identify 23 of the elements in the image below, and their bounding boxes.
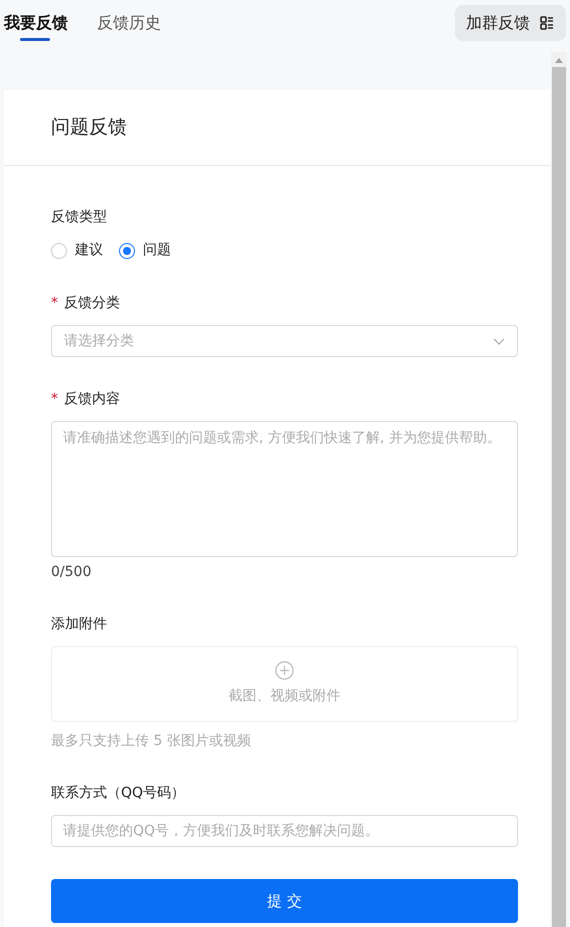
qq-input-field[interactable]: 请提供您的QQ号，方便我们及时联系您解决问题。 <box>51 815 518 847</box>
option-label: 问题 <box>143 241 171 260</box>
radio-button[interactable] <box>119 242 135 258</box>
scrollbar[interactable] <box>551 52 567 927</box>
chevron-down-icon <box>493 338 505 344</box>
option-label: 建议 <box>75 241 103 260</box>
card-title: 问题反馈 <box>51 115 127 140</box>
radio-button[interactable] <box>51 242 67 258</box>
tab[interactable]: 我要反馈 <box>4 8 68 38</box>
character-counter: 0/500 <box>51 563 92 582</box>
field-label: * 反馈内容 <box>51 390 121 409</box>
grid-icon <box>540 16 554 30</box>
plus-circle-icon <box>275 661 294 680</box>
field-label: 反馈类型 <box>51 208 108 227</box>
submit-button[interactable]: 提 交 <box>51 879 518 923</box>
field-label: 联系方式（QQ号码） <box>51 784 186 803</box>
content-textarea[interactable]: 请准确描述您遇到的问题或需求, 方便我们快速了解, 并为您提供帮助。 <box>51 421 518 557</box>
upload-hint: 最多只支持上传 5 张图片或视频 <box>51 732 252 751</box>
tab[interactable]: 反馈历史 <box>97 8 161 38</box>
group-feedback-button[interactable]: 加群反馈 <box>455 4 566 40</box>
field-label: * 反馈分类 <box>51 294 121 313</box>
scroll-up-arrow-icon[interactable] <box>555 57 563 63</box>
field-label: 添加附件 <box>51 615 108 634</box>
